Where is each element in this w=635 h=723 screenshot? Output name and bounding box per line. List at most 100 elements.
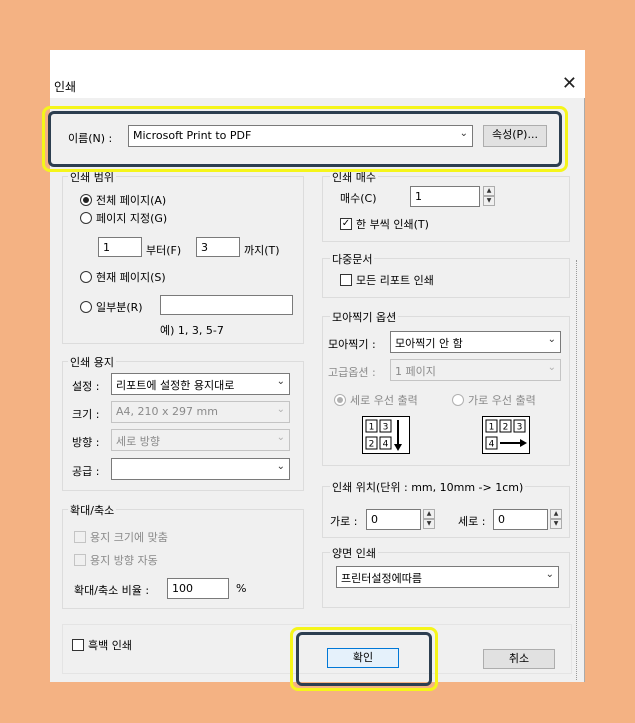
copies-count-input[interactable]: 1 (410, 186, 480, 207)
chevron-down-icon: ⌄ (545, 569, 554, 580)
from-label: 부터(F) (146, 244, 182, 257)
copies-spinner[interactable]: ▲ ▼ (483, 186, 495, 206)
radio-page-select-label: 페이지 지정(G) (96, 212, 168, 225)
vertical-first-label: 세로 우선 출력 (350, 394, 418, 407)
radio-dot (80, 212, 92, 224)
radio-partial-label: 일부분(R) (96, 301, 143, 314)
grayscale-label: 흑백 인쇄 (88, 639, 132, 652)
radio-all-pages[interactable]: 전체 페이지(A) (80, 192, 166, 208)
nup-advanced-select[interactable]: 1 페이지 ⌄ (390, 359, 561, 381)
nup-advanced-label: 고급옵션 : (328, 366, 376, 379)
auto-orient-label: 용지 방향 자동 (90, 554, 158, 567)
collate-label: 한 부씩 인쇄(T) (356, 218, 429, 231)
checkbox-box (74, 531, 86, 543)
layout-cell-label: 2 (503, 423, 509, 433)
check-icon: ✓ (340, 218, 352, 230)
scale-ratio-label: 확대/축소 비율 : (74, 584, 150, 597)
layout-cell-label: 1 (369, 423, 375, 433)
from-page-input[interactable]: 1 (98, 237, 142, 257)
copies-count-label: 매수(C) (340, 192, 377, 205)
vertical-order-icon: 1 3 2 4 (362, 416, 410, 454)
nup-mode-select[interactable]: 모아찍기 안 함 ⌄ (390, 331, 561, 353)
orientation-value: 세로 방향 (116, 435, 160, 448)
radio-current-page[interactable]: 현재 페이지(S) (80, 269, 166, 285)
layout-cell-label: 3 (517, 423, 523, 433)
radio-dot (334, 394, 346, 406)
fit-paper-label: 용지 크기에 맞춤 (90, 531, 168, 544)
range-example: 예) 1, 3, 5-7 (160, 324, 224, 337)
background-edge (576, 260, 586, 680)
layout-cell-label: 3 (383, 423, 389, 433)
orientation-select[interactable]: 세로 방향 ⌄ (111, 429, 290, 451)
paper-setting-label: 설정 : (72, 380, 100, 393)
nup-mode-label: 모아찍기 : (328, 338, 376, 351)
all-reports-checkbox[interactable]: 모든 리포트 인쇄 (340, 272, 434, 288)
vertical-offset-label: 세로 : (458, 515, 486, 528)
spin-up-icon[interactable]: ▲ (483, 186, 495, 196)
radio-page-select[interactable]: 페이지 지정(G) (80, 210, 167, 226)
nup-advanced-value: 1 페이지 (395, 365, 436, 378)
horizontal-offset-spinner[interactable]: ▲ ▼ (423, 509, 435, 529)
fit-paper-checkbox[interactable]: 용지 크기에 맞춤 (74, 529, 168, 545)
scale-group-label: 확대/축소 (68, 502, 117, 518)
radio-dot (80, 194, 92, 206)
auto-orient-checkbox[interactable]: 용지 방향 자동 (74, 552, 158, 568)
chevron-down-icon: ⌄ (276, 432, 285, 443)
paper-size-value: A4, 210 x 297 mm (116, 405, 218, 418)
duplex-select[interactable]: 프린터설정에따름 ⌄ (336, 566, 559, 588)
paper-size-select[interactable]: A4, 210 x 297 mm ⌄ (111, 401, 290, 423)
multi-doc-group-label: 다중문서 (330, 251, 375, 267)
spin-down-icon[interactable]: ▼ (423, 519, 435, 529)
paper-feed-label: 공급 : (72, 465, 100, 478)
layout-cell-label: 2 (369, 440, 375, 450)
paper-group-label: 인쇄 용지 (68, 354, 116, 370)
highlight-ok-button-inner (296, 632, 432, 686)
partial-range-input[interactable] (160, 295, 293, 315)
paper-feed-select[interactable]: ⌄ (111, 458, 290, 480)
spin-up-icon[interactable]: ▲ (550, 509, 562, 519)
duplex-group-label: 양면 인쇄 (330, 545, 378, 561)
spin-down-icon[interactable]: ▼ (550, 519, 562, 529)
to-page-input[interactable]: 3 (196, 237, 240, 257)
title-bar: 인쇄 ✕ (50, 72, 585, 98)
chevron-down-icon: ⌄ (547, 334, 556, 345)
close-icon[interactable]: ✕ (562, 74, 577, 94)
cancel-button[interactable]: 취소 (483, 649, 555, 669)
to-label: 까지(T) (244, 244, 280, 257)
radio-partial[interactable]: 일부분(R) (80, 299, 143, 315)
checkbox-box (340, 274, 352, 286)
radio-horizontal-first[interactable]: 가로 우선 출력 (452, 392, 536, 408)
scale-ratio-input[interactable]: 100 (167, 578, 229, 599)
vertical-offset-spinner[interactable]: ▲ ▼ (550, 509, 562, 529)
all-reports-label: 모든 리포트 인쇄 (356, 274, 434, 287)
chevron-down-icon: ⌄ (276, 461, 285, 472)
grayscale-checkbox[interactable]: 흑백 인쇄 (72, 637, 132, 653)
paper-size-label: 크기 : (72, 408, 100, 421)
layout-cell-label: 4 (489, 440, 495, 450)
layout-cell-label: 4 (383, 440, 389, 450)
paper-setting-select[interactable]: 리포트에 설정한 용지대로 ⌄ (111, 373, 290, 395)
chevron-down-icon: ⌄ (276, 376, 285, 387)
orientation-label: 방향 : (72, 436, 100, 449)
horizontal-order-icon: 1 2 3 4 (482, 416, 530, 454)
spin-down-icon[interactable]: ▼ (483, 196, 495, 206)
chevron-down-icon: ⌄ (276, 404, 285, 415)
layout-cell-label: 1 (489, 423, 495, 433)
vertical-offset-input[interactable]: 0 (493, 509, 548, 530)
checkbox-box (74, 554, 86, 566)
paper-setting-value: 리포트에 설정한 용지대로 (116, 379, 235, 392)
top-band (50, 50, 585, 72)
position-group-label: 인쇄 위치(단위 : mm, 10mm -> 1cm) (330, 479, 526, 495)
horizontal-first-label: 가로 우선 출력 (468, 394, 536, 407)
duplex-value: 프린터설정에따름 (341, 572, 422, 585)
radio-dot (80, 271, 92, 283)
scale-ratio-unit: % (236, 582, 247, 595)
radio-dot (452, 394, 464, 406)
horizontal-offset-label: 가로 : (330, 515, 358, 528)
collate-checkbox[interactable]: ✓ 한 부씩 인쇄(T) (340, 216, 429, 232)
checkbox-box (72, 639, 84, 651)
spin-up-icon[interactable]: ▲ (423, 509, 435, 519)
horizontal-offset-input[interactable]: 0 (366, 509, 421, 530)
dialog-title: 인쇄 (54, 80, 77, 94)
radio-vertical-first[interactable]: 세로 우선 출력 (334, 392, 418, 408)
